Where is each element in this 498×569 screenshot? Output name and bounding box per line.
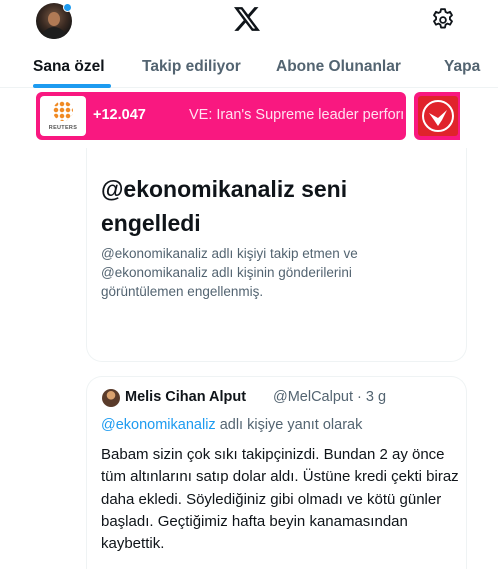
avatar-shoulders (41, 27, 67, 39)
tweet-author-name[interactable]: Melis Cihan Alput (125, 389, 246, 405)
tweet-body: Babam sizin çok sıkı takipçinizdi. Bunda… (101, 446, 459, 553)
tab-for-you[interactable]: Sana özel (33, 58, 105, 76)
avatar-face (48, 12, 60, 26)
active-tab-indicator (33, 84, 111, 88)
tab-subscriptions[interactable]: Abone Olunanlar (276, 58, 401, 76)
reply-context-text: adlı kişiye yanıt olarak (215, 417, 363, 433)
reuters-logo: REUTERS (40, 96, 86, 136)
notification-dot (63, 3, 72, 12)
x-logo-icon[interactable] (234, 7, 260, 31)
blocked-title: @ekonomikanaliz seni engelledi (101, 176, 348, 236)
gear-icon[interactable] (430, 7, 456, 33)
blocked-description: @ekonomikanaliz adlı kişiyi takip etmen … (101, 246, 358, 299)
reuters-dots-icon (53, 101, 73, 121)
tweet-author-avatar[interactable] (102, 389, 120, 407)
ticker-headline: VE: Iran's Supreme leader performs (189, 107, 403, 123)
top-bar (0, 0, 498, 46)
tweet-handle-time[interactable]: @MelCalput · 3 g (273, 389, 386, 405)
eagle-logo-icon (418, 96, 458, 136)
reuters-logo-text: REUTERS (48, 125, 78, 131)
tab-more[interactable]: Yapa (444, 58, 480, 76)
reply-context: @ekonomikanaliz adlı kişiye yanıt olarak (101, 417, 362, 433)
news-ticker-next[interactable] (414, 92, 460, 140)
news-ticker[interactable]: REUTERS +12.047 VE: Iran's Supreme leade… (36, 92, 406, 140)
reply-mention-link[interactable]: @ekonomikanaliz (101, 417, 216, 433)
ticker-count: +12.047 (93, 107, 146, 123)
tab-following[interactable]: Takip ediliyor (142, 58, 241, 76)
timeline-tabs: Sana özel Takip ediliyor Abone Olunanlar… (0, 48, 498, 88)
